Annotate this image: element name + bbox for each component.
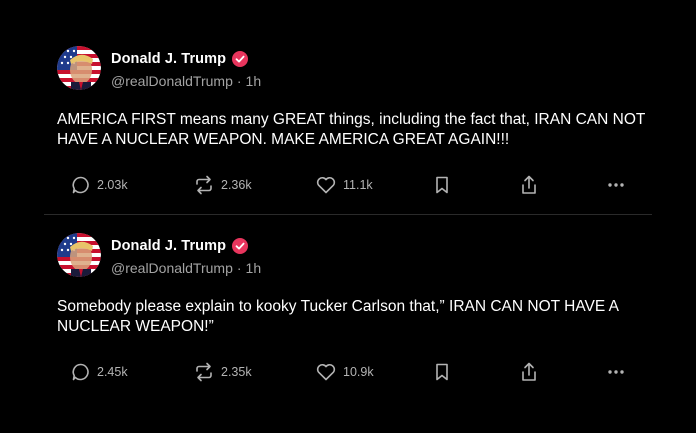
heart-icon	[315, 362, 337, 382]
like-button[interactable]: 10.9k	[315, 361, 374, 383]
retruth-button[interactable]: 2.36k	[193, 174, 252, 196]
retruth-icon	[193, 362, 215, 382]
retruth-button[interactable]: 2.35k	[193, 361, 252, 383]
share-button[interactable]	[519, 174, 539, 196]
author-meta: @realDonaldTrump · 1h	[111, 73, 261, 89]
post-divider	[44, 214, 652, 215]
author-handle[interactable]: @realDonaldTrump	[111, 73, 233, 89]
reply-icon	[71, 175, 91, 195]
more-icon	[606, 362, 626, 382]
reply-count: 2.45k	[97, 365, 128, 379]
share-button[interactable]	[519, 361, 539, 383]
post-actions: 2.45k 2.35k 10.9k	[71, 361, 631, 383]
retruth-count: 2.35k	[221, 365, 252, 379]
more-icon	[606, 175, 626, 195]
author-handle[interactable]: @realDonaldTrump	[111, 260, 233, 276]
post-actions: 2.03k 2.36k 11.1k	[71, 174, 631, 196]
bookmark-icon	[433, 175, 451, 195]
bookmark-button[interactable]	[433, 174, 451, 196]
bookmark-button[interactable]	[433, 361, 451, 383]
verified-badge-icon	[232, 238, 249, 254]
feed: Donald J. Trump @realDonaldTrump · 1h AMER…	[0, 0, 696, 433]
author-name-row: Donald J. Trump	[111, 49, 249, 69]
author-display-name[interactable]: Donald J. Trump	[111, 238, 226, 254]
reply-count: 2.03k	[97, 178, 128, 192]
post-text: Somebody please explain to kooky Tucker …	[57, 298, 619, 335]
avatar[interactable]	[57, 46, 101, 90]
meta-separator: ·	[236, 73, 242, 89]
avatar[interactable]	[57, 233, 101, 277]
share-icon	[519, 174, 539, 196]
verified-badge-icon	[232, 51, 249, 67]
more-button[interactable]	[606, 361, 626, 383]
post-text: AMERICA FIRST means many GREAT things, i…	[57, 111, 646, 148]
meta-separator: ·	[236, 260, 242, 276]
like-count: 11.1k	[343, 178, 373, 192]
author-meta: @realDonaldTrump · 1h	[111, 260, 261, 276]
author-name-row: Donald J. Trump	[111, 236, 249, 256]
retruth-count: 2.36k	[221, 178, 252, 192]
post-time[interactable]: 1h	[246, 73, 262, 89]
reply-icon	[71, 362, 91, 382]
share-icon	[519, 361, 539, 383]
like-button[interactable]: 11.1k	[315, 174, 373, 196]
author-display-name[interactable]: Donald J. Trump	[111, 51, 226, 67]
bookmark-icon	[433, 362, 451, 382]
post-time[interactable]: 1h	[246, 260, 262, 276]
more-button[interactable]	[606, 174, 626, 196]
reply-button[interactable]: 2.45k	[71, 361, 128, 383]
heart-icon	[315, 175, 337, 195]
like-count: 10.9k	[343, 365, 374, 379]
reply-button[interactable]: 2.03k	[71, 174, 128, 196]
retruth-icon	[193, 175, 215, 195]
